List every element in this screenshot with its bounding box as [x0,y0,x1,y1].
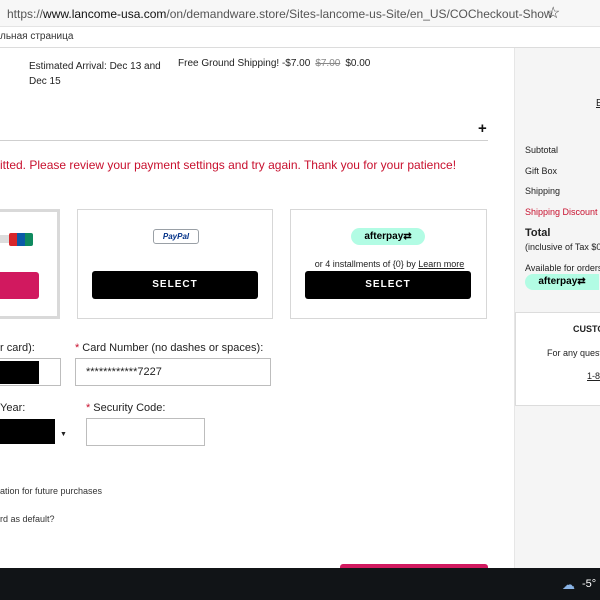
shipping-new-price: $0.00 [345,58,371,69]
url-host: www.lancome-usa.com [43,7,167,21]
estimated-arrival: Estimated Arrival: Dec 13 and Dec 15 [29,61,161,87]
shipping-method: Free Ground Shipping! -$7.00 $7.00 $0.00 [178,58,370,69]
card-number-label-text: Card Number (no dashes or spaces): [82,342,264,354]
summary-shipping: Shipping [525,186,561,196]
customer-service-title: CUSTO [573,324,600,334]
bookmarks-bar: льная страница [0,28,600,48]
shipping-method-label: Free Ground Shipping! -$7.00 [178,58,311,69]
redacted-block [0,361,39,384]
required-mark: * [86,402,91,414]
os-taskbar [0,568,600,600]
paypal-select-button[interactable]: SELECT [92,271,258,299]
unionpay-logo-icon [9,233,33,246]
chevron-down-icon[interactable]: ▼ [60,431,67,438]
sidebar-edit-link[interactable]: E [596,98,600,109]
expiry-year-select-redacted[interactable] [0,419,55,444]
summary-subtotal: Subtotal [525,145,559,155]
afterpay-learn-more-link[interactable]: Learn more [418,259,464,269]
default-card-checkbox-label[interactable]: rd as default? [0,514,55,524]
weather-temperature[interactable]: -5° [582,578,596,590]
afterpay-installments-text: or 4 installments of {0} by Learn more [291,259,488,269]
expiry-year-label: Year: [0,402,26,414]
url-prefix: https:// [7,7,44,21]
customer-service-box: CUSTO For any quest 1-8 [515,312,600,406]
shipping-old-price: $7.00 [315,58,341,69]
required-mark: * [75,342,80,354]
expand-plus-icon[interactable]: + [478,120,487,137]
paypal-option[interactable]: PayPal SELECT [77,209,273,319]
section-divider [0,140,488,141]
credit-card-select-button[interactable] [0,272,39,299]
security-code-input[interactable] [86,418,205,446]
afterpay-option[interactable]: afterpay⇄ or 4 installments of {0} by Le… [290,209,487,319]
summary-total: Total [525,227,551,239]
name-on-card-input[interactable] [0,358,61,386]
afterpay-logo: afterpay⇄ [351,228,425,245]
security-code-label: * Security Code: [86,402,165,414]
save-info-checkbox-label[interactable]: ation for future purchases [0,486,102,496]
credit-card-option[interactable] [0,209,60,319]
url-path: /on/demandware.store/Sites-lancome-us-Si… [166,7,553,21]
weather-cloud-icon[interactable]: ☁ [562,577,575,593]
card-number-label: * Card Number (no dashes or spaces): [75,342,263,354]
card-logo-icon [0,235,9,243]
card-logos [0,232,35,246]
customer-service-phone-link[interactable]: 1-8 [587,371,600,381]
summary-gift-box: Gift Box [525,166,558,176]
customer-service-question: For any quest [547,348,600,358]
order-summary-sidebar [514,48,600,568]
sidebar-afterpay-logo: afterpay⇄ [525,274,599,290]
summary-tax-note: (inclusive of Tax $0 [525,242,600,252]
checkout-page: Estimated Arrival: Dec 13 and Dec 15 Fre… [0,48,600,568]
star-icon[interactable]: ☆ [546,3,560,23]
summary-available-orders: Available for orders [525,263,600,273]
address-bar[interactable]: https://www.lancome-usa.com/on/demandwar… [0,0,600,27]
bookmark-item[interactable]: льная страница [0,31,73,42]
url-text[interactable]: https://www.lancome-usa.com/on/demandwar… [7,7,553,21]
afterpay-installments-label: or 4 installments of {0} by [314,259,419,269]
summary-shipping-discount: Shipping Discount [525,207,598,217]
security-code-label-text: Security Code: [93,402,166,414]
name-on-card-label: r card): [0,342,35,354]
payment-error-message: itted. Please review your payment settin… [0,158,457,172]
paypal-logo: PayPal [153,229,199,244]
afterpay-select-button[interactable]: SELECT [305,271,471,299]
card-number-input[interactable]: ************7227 [75,358,271,386]
